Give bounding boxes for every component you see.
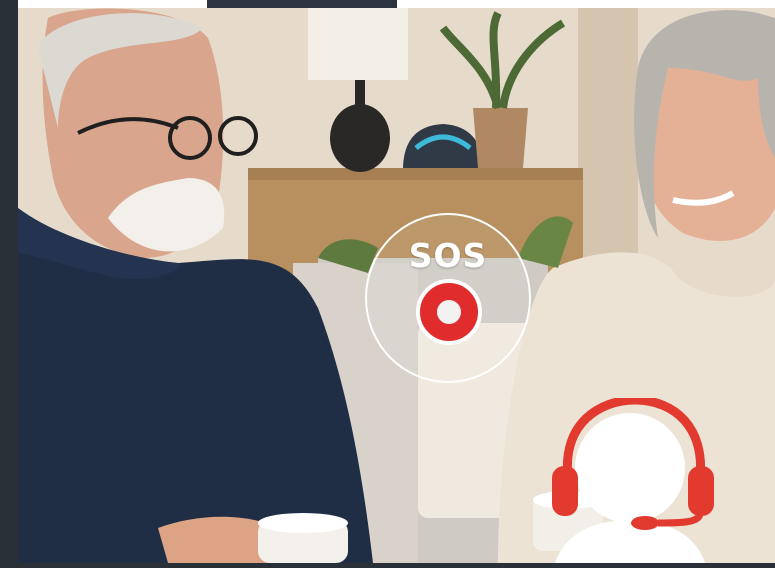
- sos-emergency-button[interactable]: [416, 279, 482, 345]
- support-agent-icon[interactable]: [530, 395, 730, 563]
- top-bar: [18, 0, 775, 8]
- sos-label: SOS: [408, 236, 488, 275]
- sos-widget[interactable]: SOS: [365, 213, 531, 383]
- sos-button-dot: [437, 300, 461, 324]
- active-tab-indicator: [207, 0, 397, 8]
- headset-agent-icon: [552, 395, 714, 563]
- left-rail: [0, 0, 18, 563]
